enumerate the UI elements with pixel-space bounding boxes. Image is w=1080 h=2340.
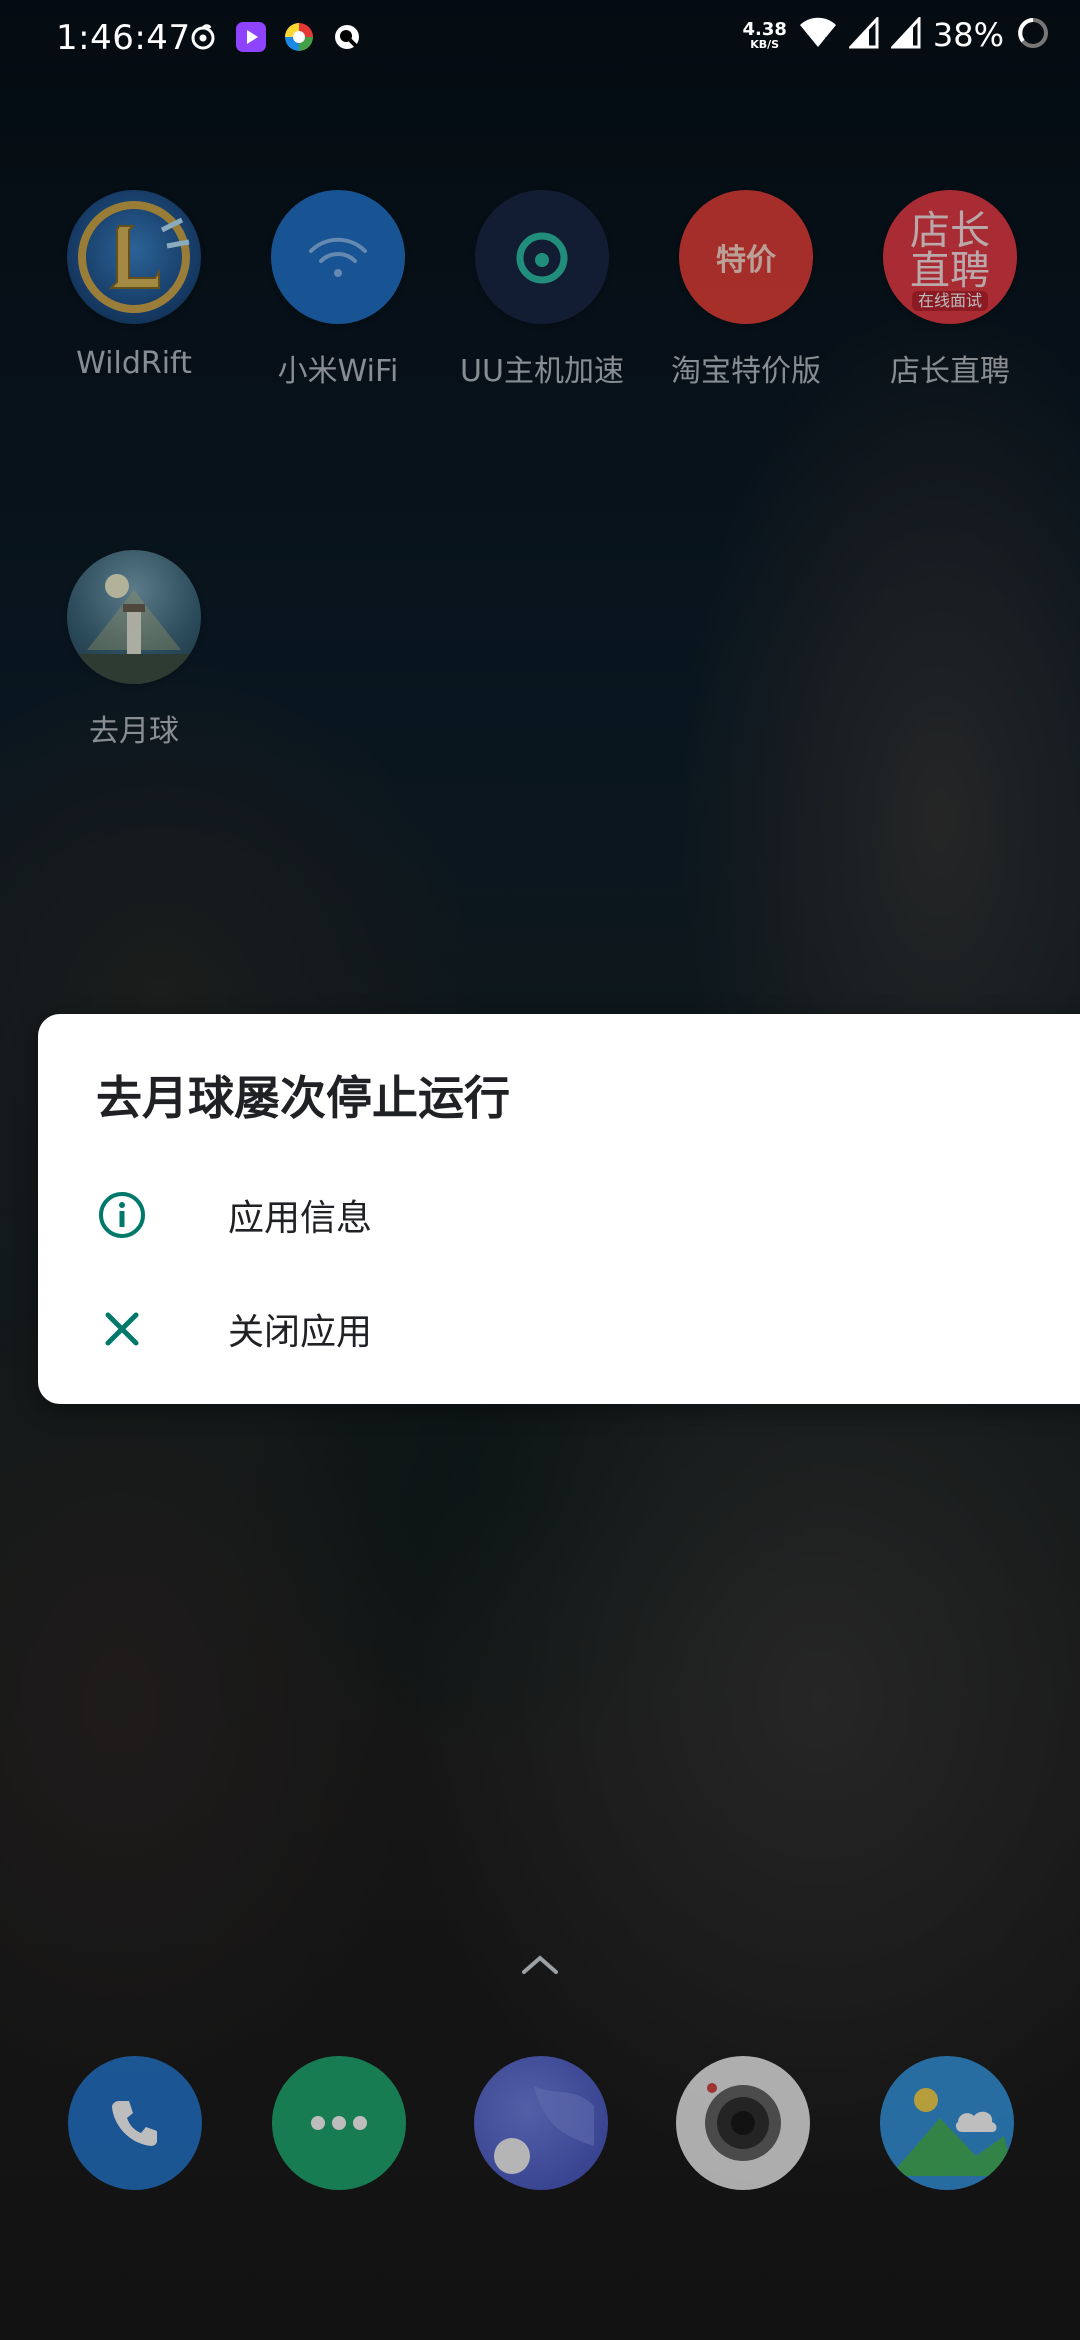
wifi-signal-icon [799, 17, 837, 53]
colorful-app-icon [282, 20, 316, 54]
video-app-icon [234, 20, 268, 54]
status-right: 4.38 KB/S 38% [742, 15, 1050, 54]
app-label: 去月球 [89, 714, 179, 749]
messages-icon[interactable] [272, 2056, 406, 2190]
dialog-title: 去月球屡次停止运行 [96, 1071, 510, 1125]
to-the-moon-icon [67, 550, 201, 684]
app-info-option[interactable]: 应用信息 [38, 1160, 1080, 1270]
close-app-option[interactable]: 关闭应用 [38, 1274, 1080, 1384]
status-bar: 1:46:47 4.38 KB/S 38% [0, 0, 1080, 80]
wildrift-icon [67, 190, 201, 324]
cell-signal-2-icon [889, 15, 921, 53]
app-to-the-moon[interactable]: 去月球 [32, 550, 236, 750]
q-app-icon [330, 20, 364, 54]
dianzhang-icon-text-2: 直聘 [910, 248, 990, 294]
battery-percent: 38% [932, 16, 1004, 54]
network-speed-unit: KB/S [750, 37, 780, 51]
notification-icons [186, 20, 364, 54]
dianzhang-icon-text-1: 店长 [910, 208, 990, 254]
taobao-icon-text: 特价 [716, 243, 776, 278]
moon-browser-icon[interactable] [474, 2056, 608, 2190]
phone-icon[interactable] [68, 2056, 202, 2190]
uu-accelerator-icon [475, 190, 609, 324]
app-taobao-special[interactable]: 特价 淘宝特价版 [644, 190, 848, 390]
info-icon [96, 1189, 148, 1241]
app-info-label: 应用信息 [228, 1198, 373, 1239]
network-speed-value: 4.38 [742, 18, 787, 40]
app-label: 淘宝特价版 [671, 354, 821, 389]
close-app-label: 关闭应用 [228, 1312, 373, 1353]
app-label: 小米WiFi [277, 354, 399, 389]
gallery-icon[interactable] [880, 2056, 1014, 2190]
dianzhang-icon: 店长 直聘 在线面试 [883, 190, 1017, 324]
app-label: UU主机加速 [460, 354, 624, 389]
app-label: 店长直聘 [890, 354, 1010, 389]
clock: 1:46:47 [56, 18, 191, 58]
network-speed: 4.38 KB/S [742, 18, 787, 51]
app-crash-dialog: 去月球屡次停止运行 应用信息 关闭应用 [38, 1014, 1080, 1404]
app-label: WildRift [76, 346, 192, 381]
app-drawer-chevron-icon[interactable] [518, 1950, 562, 1978]
app-xiaomi-wifi[interactable]: 小米WiFi [236, 190, 440, 390]
app-wildrift[interactable]: WildRift [32, 190, 236, 381]
app-uu-accelerator[interactable]: UU主机加速 [440, 190, 644, 390]
taobao-special-icon: 特价 [679, 190, 813, 324]
close-icon [96, 1303, 148, 1355]
battery-ring-icon [1016, 16, 1050, 54]
wifi-icon [271, 190, 405, 324]
cell-signal-1-icon [847, 15, 879, 53]
dianzhang-icon-text-3: 在线面试 [911, 291, 988, 311]
app-dianzhang[interactable]: 店长 直聘 在线面试 店长直聘 [848, 190, 1052, 390]
camera-icon[interactable] [676, 2056, 810, 2190]
netease-music-icon [186, 20, 220, 54]
